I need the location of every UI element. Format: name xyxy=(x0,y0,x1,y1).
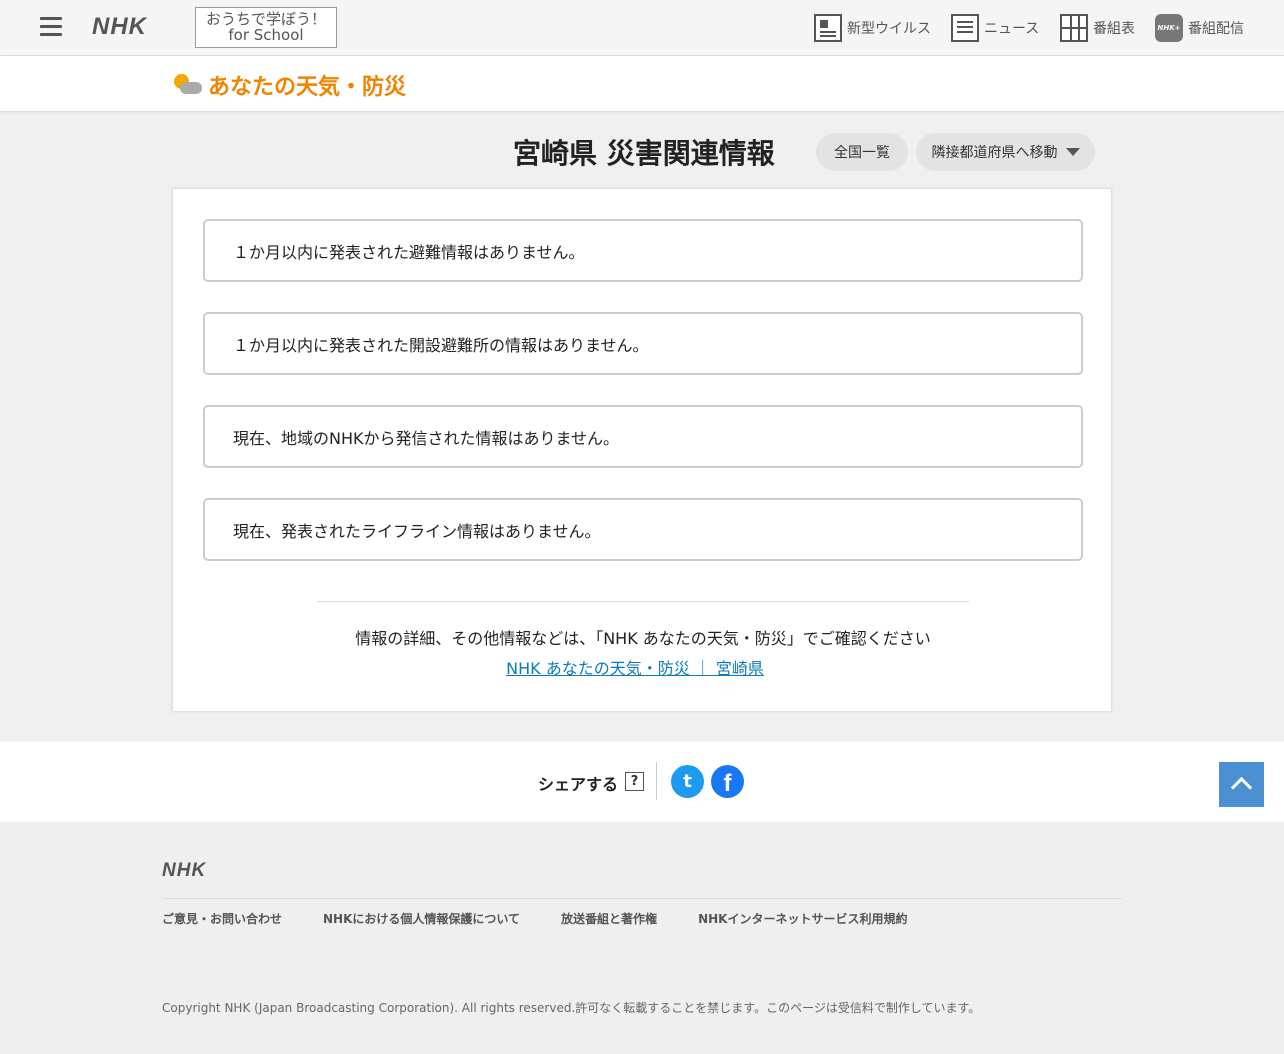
nav-program-guide-label: 番組表 xyxy=(1093,21,1135,37)
nav-news[interactable]: ニュース xyxy=(951,13,1039,43)
footer-links: ご意見・お問い合わせ NHKにおける個人情報保護について 放送番組と著作権 NH… xyxy=(162,910,948,927)
local-nhk-info-box: 現在、地域のNHKから発信された情報はありません。 xyxy=(203,405,1083,468)
back-to-top-button[interactable] xyxy=(1219,762,1264,807)
news-icon xyxy=(951,14,979,42)
nav-virus[interactable]: 新型ウイルス xyxy=(814,13,931,43)
all-prefectures-button[interactable]: 全国一覧 xyxy=(816,133,908,171)
neighbor-prefecture-dropdown[interactable]: 隣接都道府県へ移動 xyxy=(916,133,1095,171)
nav-news-label: ニュース xyxy=(984,21,1040,37)
divider xyxy=(317,601,969,602)
sun-cloud-icon xyxy=(172,72,202,98)
evacuation-info-box: １か月以内に発表された避難情報はありません。 xyxy=(203,219,1083,282)
footer-link-terms[interactable]: NHKインターネットサービス利用規約 xyxy=(698,910,907,927)
nhk-plus-icon: NHK+ xyxy=(1155,14,1183,42)
local-nhk-info-text: 現在、地域のNHKから発信された情報はありません。 xyxy=(233,428,620,448)
weather-brand-link[interactable]: あなたの天気・防災 xyxy=(172,69,406,101)
footer-nhk-logo[interactable]: NHK xyxy=(162,860,206,882)
for-school-button[interactable]: おうちで学ぼう！ for School xyxy=(195,7,337,48)
brand-title: あなたの天気・防災 xyxy=(208,75,407,100)
share-separator xyxy=(656,762,657,800)
weather-subheader: あなたの天気・防災 xyxy=(0,56,1284,112)
footer-link-copyright[interactable]: 放送番組と著作権 xyxy=(561,910,657,927)
chevron-down-icon xyxy=(1065,148,1080,156)
nav-program-guide[interactable]: 番組表 xyxy=(1060,13,1135,43)
share-help-icon[interactable]: ? xyxy=(625,772,644,791)
evacuation-info-text: １か月以内に発表された避難情報はありません。 xyxy=(233,242,585,262)
copyright-text: Copyright NHK (Japan Broadcasting Corpor… xyxy=(162,1001,981,1015)
footer: NHK ご意見・お問い合わせ NHKにおける個人情報保護について 放送番組と著作… xyxy=(0,822,1284,1054)
share-bar: シェアする ? t f xyxy=(0,742,1284,822)
page-title: 宮崎県 災害関連情報 xyxy=(513,137,775,170)
details-note: 情報の詳細、その他情報などは、「NHK あなたの天気・防災」でご確認ください xyxy=(355,629,931,648)
weather-miyazaki-link[interactable]: NHK あなたの天気・防災 ｜ 宮崎県 xyxy=(173,655,1097,679)
virus-info-icon xyxy=(814,14,842,42)
nhk-logo[interactable]: NHK xyxy=(92,13,147,41)
nav-nhk-plus[interactable]: NHK+ 番組配信 xyxy=(1155,13,1244,43)
program-guide-icon xyxy=(1060,14,1088,42)
footer-link-feedback[interactable]: ご意見・お問い合わせ xyxy=(162,910,282,927)
share-label: シェアする xyxy=(538,775,619,794)
lifeline-info-text: 現在、発表されたライフライン情報はありません。 xyxy=(233,521,601,541)
shelter-info-box: １か月以内に発表された開設避難所の情報はありません。 xyxy=(203,312,1083,375)
global-header: NHK おうちで学ぼう！ for School 新型ウイルス ニュース 番組表 … xyxy=(0,0,1284,56)
twitter-share-icon[interactable]: t xyxy=(671,765,704,798)
nav-nhk-plus-label: 番組配信 xyxy=(1188,21,1244,37)
facebook-share-icon[interactable]: f xyxy=(711,765,744,798)
lifeline-info-box: 現在、発表されたライフライン情報はありません。 xyxy=(203,498,1083,561)
neighbor-prefecture-label: 隣接都道府県へ移動 xyxy=(931,145,1058,161)
all-prefectures-label: 全国一覧 xyxy=(834,145,890,161)
nav-virus-label: 新型ウイルス xyxy=(847,21,931,37)
for-school-line2: for School xyxy=(228,26,304,44)
footer-divider xyxy=(162,898,1122,899)
menu-icon[interactable] xyxy=(40,17,62,37)
info-card: １か月以内に発表された避難情報はありません。 １か月以内に発表された開設避難所の… xyxy=(172,188,1112,712)
shelter-info-text: １か月以内に発表された開設避難所の情報はありません。 xyxy=(233,335,649,355)
footer-link-privacy[interactable]: NHKにおける個人情報保護について xyxy=(323,910,520,927)
